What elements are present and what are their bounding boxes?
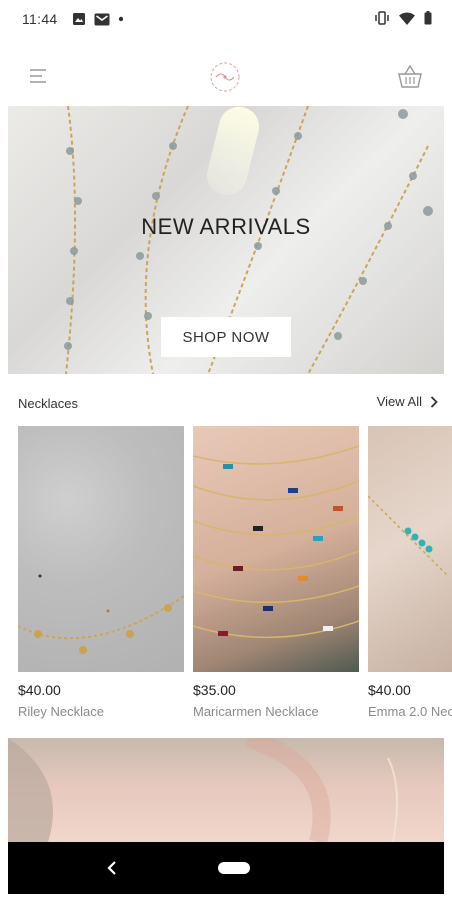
product-price: $40.00 (368, 682, 411, 698)
basket-icon[interactable] (396, 62, 424, 90)
dot-icon (118, 16, 124, 22)
status-notification-icons (72, 12, 124, 26)
ear-photo (8, 738, 398, 842)
view-all-label: View All (376, 394, 422, 409)
brand-logo[interactable] (203, 60, 247, 94)
product-photo (193, 445, 359, 639)
product-card[interactable]: $40.00 Riley Necklace (18, 426, 184, 719)
product-card[interactable]: $35.00 Maricarmen Necklace (193, 426, 359, 719)
image-notification-icon (73, 13, 85, 25)
section-title: Necklaces (18, 396, 78, 411)
product-image[interactable] (18, 426, 184, 672)
back-icon[interactable] (102, 856, 122, 880)
product-image[interactable] (368, 426, 452, 672)
product-name: Maricarmen Necklace (193, 704, 319, 719)
product-photo (368, 495, 449, 577)
chevron-right-icon (430, 395, 438, 408)
status-system-icons (374, 11, 432, 25)
necklaces-section-header: Necklaces View All (0, 388, 452, 418)
product-card[interactable]: $40.00 Emma 2.0 Nec (368, 426, 452, 719)
app-header (0, 52, 452, 104)
gmail-notification-icon (94, 13, 110, 25)
product-image[interactable] (193, 426, 359, 672)
status-bar: 11:44 (0, 0, 452, 38)
hero-title: NEW ARRIVALS (141, 214, 311, 239)
product-name: Riley Necklace (18, 704, 104, 719)
product-price: $40.00 (18, 682, 61, 698)
battery-icon (424, 11, 432, 25)
hero-banner[interactable]: NEW ARRIVALS SHOP NOW (8, 106, 444, 374)
system-nav-bar (8, 842, 444, 894)
product-price: $35.00 (193, 682, 236, 698)
product-name: Emma 2.0 Nec (368, 704, 452, 719)
product-carousel[interactable]: $40.00 Riley Necklace $35.00 Maricarmen … (0, 426, 452, 726)
menu-icon[interactable] (28, 66, 48, 86)
secondary-banner[interactable] (8, 738, 444, 842)
view-all-link[interactable]: View All (377, 394, 438, 409)
product-photo (18, 574, 184, 654)
status-time: 11:44 (22, 11, 58, 27)
shop-now-button[interactable]: SHOP NOW (161, 317, 291, 357)
vibrate-icon (375, 11, 389, 25)
wifi-icon (399, 12, 415, 25)
home-pill-button[interactable] (218, 862, 250, 874)
